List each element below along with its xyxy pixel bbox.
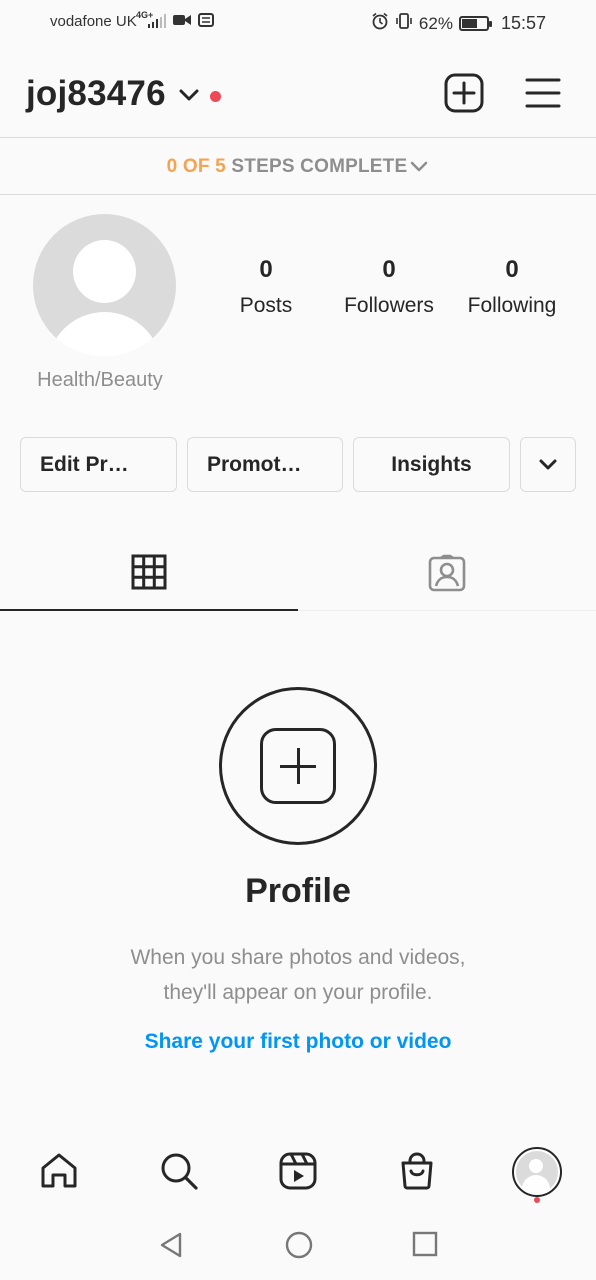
stat-value: 0: [505, 256, 519, 283]
home-icon: [41, 1153, 77, 1188]
grid-icon: [131, 554, 167, 590]
empty-desc-line-2: they'll appear on your profile.: [163, 981, 433, 1004]
shop-icon: [401, 1152, 433, 1190]
tagged-icon: [428, 554, 466, 592]
carrier-label: vodafone UK: [50, 13, 137, 30]
status-bar: vodafone UK 4G+ 62% 15:57: [0, 0, 596, 46]
battery-icon: [458, 16, 492, 31]
tab-tagged[interactable]: [298, 540, 596, 612]
empty-state-description: When you share photos and videos, they'l…: [0, 940, 596, 1010]
profile-avatar[interactable]: [33, 214, 176, 357]
create-post-icon[interactable]: [219, 687, 377, 845]
username[interactable]: joj83476: [26, 74, 166, 114]
chevron-down-icon: [539, 459, 557, 469]
system-nav-bar: [0, 1211, 596, 1280]
steps-complete-banner[interactable]: 0 OF 5 STEPS COMPLETE: [0, 156, 596, 178]
bottom-nav: [0, 1135, 596, 1211]
stat-label: Followers: [344, 294, 434, 317]
profile-header: joj83476: [0, 58, 596, 130]
profile-notification-dot: [534, 1197, 540, 1203]
empty-desc-line-1: When you share photos and videos,: [130, 946, 466, 969]
signal-icon: [148, 14, 166, 28]
share-first-post-link[interactable]: Share your first photo or video: [0, 1030, 596, 1054]
steps-progress: 0 OF 5: [166, 156, 226, 177]
stat-followers[interactable]: 0 Followers: [324, 256, 454, 318]
nav-profile-avatar[interactable]: [512, 1147, 562, 1197]
stat-label: Posts: [239, 294, 293, 317]
category-label: Health/Beauty: [37, 369, 163, 391]
stat-value: 0: [382, 256, 396, 283]
battery-percent: 62%: [418, 13, 453, 33]
menu-icon[interactable]: [524, 76, 562, 115]
nav-search[interactable]: [157, 1149, 201, 1193]
stat-value: 0: [259, 256, 273, 283]
steps-label: STEPS COMPLETE: [231, 156, 408, 177]
vibrate-icon: [395, 12, 413, 35]
chevron-down-icon: [411, 161, 428, 172]
message-icon: [198, 12, 214, 33]
back-icon[interactable]: [158, 1231, 184, 1264]
notification-dot: [210, 91, 221, 102]
insights-button[interactable]: Insights: [353, 437, 510, 492]
steps-divider: [0, 194, 596, 195]
promotions-button[interactable]: Promot…: [187, 437, 343, 492]
video-call-icon: [172, 12, 192, 33]
stat-posts[interactable]: 0 Posts: [201, 256, 331, 318]
edit-profile-button[interactable]: Edit Pr…: [20, 437, 177, 492]
status-right: 62% 15:57: [371, 12, 546, 35]
alarm-icon: [371, 12, 389, 35]
search-icon: [161, 1153, 198, 1190]
nav-shop[interactable]: [395, 1149, 439, 1193]
header-divider: [0, 137, 596, 138]
recents-icon[interactable]: [412, 1231, 438, 1262]
reels-icon: [279, 1152, 317, 1190]
screen: vodafone UK 4G+ 62% 15:57 joj83476 0 OF …: [0, 0, 596, 1280]
active-tab-indicator: [0, 609, 298, 611]
stat-label: Following: [467, 294, 557, 317]
nav-home[interactable]: [37, 1149, 81, 1193]
stat-following[interactable]: 0 Following: [447, 256, 577, 318]
empty-state-title: Profile: [245, 872, 351, 910]
tab-grid[interactable]: [0, 540, 298, 612]
nav-reels[interactable]: [276, 1149, 320, 1193]
more-options-button[interactable]: [520, 437, 576, 492]
clock: 15:57: [500, 13, 546, 33]
new-post-icon[interactable]: [444, 73, 484, 118]
chevron-down-icon[interactable]: [178, 88, 200, 107]
home-circle-icon[interactable]: [285, 1231, 313, 1264]
